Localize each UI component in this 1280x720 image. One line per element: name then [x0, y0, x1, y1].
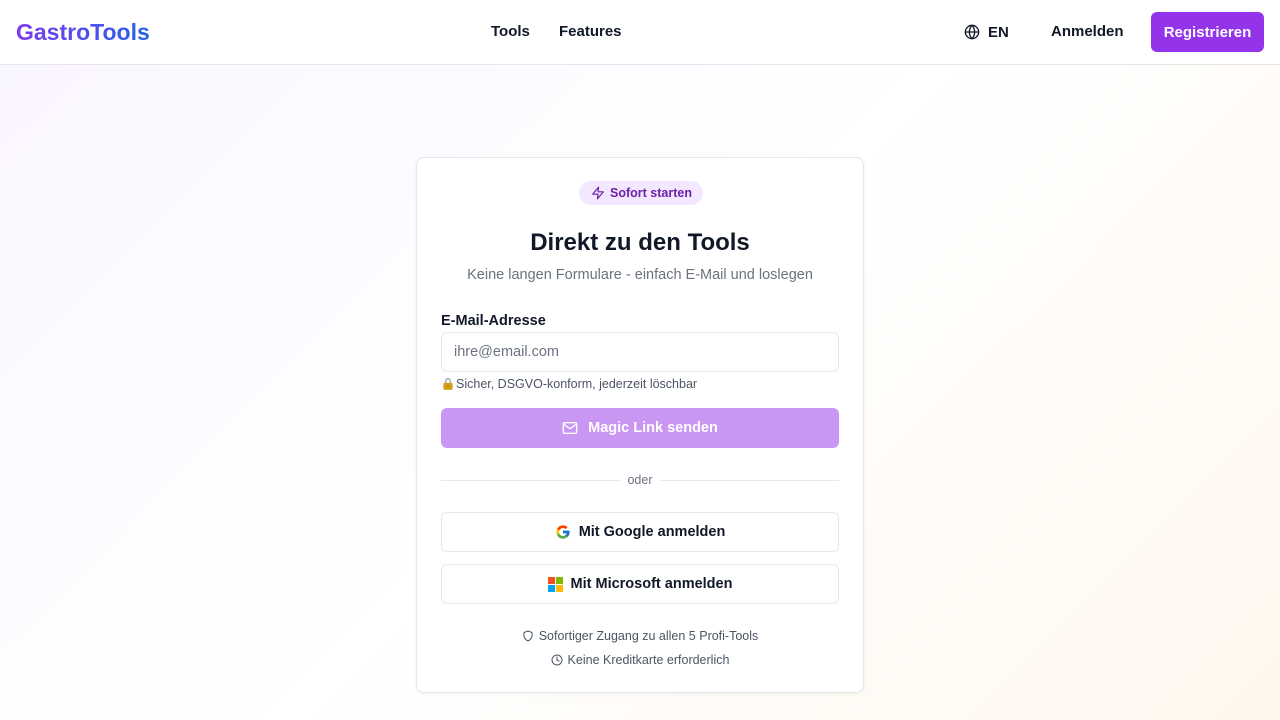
magic-link-button[interactable]: Magic Link senden — [441, 408, 839, 448]
page-title: Direkt zu den Tools — [530, 229, 750, 256]
feature-text: Keine Kreditkarte erforderlich — [567, 653, 730, 667]
login-link[interactable]: Anmelden — [1051, 22, 1124, 42]
brand-logo[interactable]: GastroTools — [16, 17, 150, 47]
or-divider: oder — [441, 471, 839, 489]
feature-text: Sofortiger Zugang zu allen 5 Profi-Tools — [538, 629, 759, 643]
status-badge: Sofort starten — [579, 181, 703, 205]
top-navbar: GastroTools Tools Features EN Anmelden R… — [0, 0, 1280, 65]
nav-link-tools[interactable]: Tools — [491, 22, 530, 42]
feature-item: Sofortiger Zugang zu allen 5 Profi-Tools — [417, 628, 863, 644]
lightning-icon — [592, 186, 604, 200]
feature-item: Keine Kreditkarte erforderlich — [417, 652, 863, 668]
page-subtitle: Keine langen Formulare - einfach E-Mail … — [467, 267, 813, 283]
nav-link-features[interactable]: Features — [559, 22, 622, 42]
shield-icon — [523, 630, 533, 642]
clock-icon — [551, 654, 563, 666]
language-label: EN — [988, 23, 1009, 41]
register-button[interactable]: Registrieren — [1151, 12, 1264, 52]
signup-card: Sofort starten Direkt zu den Tools Keine… — [416, 157, 864, 693]
google-icon — [556, 525, 570, 539]
magic-link-label: Magic Link senden — [588, 420, 718, 436]
privacy-hint: Sicher, DSGVO-konform, jederzeit löschba… — [441, 376, 697, 392]
mail-icon — [562, 422, 578, 434]
divider-text: oder — [627, 473, 653, 487]
email-label: E-Mail-Adresse — [441, 313, 546, 329]
microsoft-icon — [547, 576, 563, 592]
microsoft-signin-button[interactable]: Mit Microsoft anmelden — [441, 564, 839, 604]
language-switcher[interactable]: EN — [964, 22, 1009, 42]
lock-icon — [443, 378, 453, 390]
microsoft-signin-label: Mit Microsoft anmelden — [570, 576, 733, 592]
badge-label: Sofort starten — [610, 186, 692, 200]
globe-icon — [964, 24, 980, 40]
google-signin-button[interactable]: Mit Google anmelden — [441, 512, 839, 552]
privacy-hint-text: Sicher, DSGVO-konform, jederzeit löschba… — [456, 377, 698, 391]
email-input[interactable] — [441, 332, 839, 372]
google-signin-label: Mit Google anmelden — [578, 524, 726, 540]
